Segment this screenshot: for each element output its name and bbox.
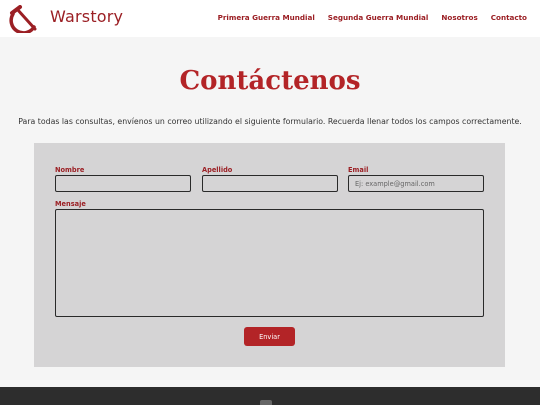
nombre-label: Nombre	[55, 166, 85, 174]
contact-form: Nombre Apellido Email Mensaje Enviar	[34, 143, 505, 367]
page-title: Contáctenos	[179, 66, 361, 96]
hammer-sickle-icon[interactable]	[7, 5, 43, 33]
nav-link-primera-guerra[interactable]: Primera Guerra Mundial	[218, 13, 315, 22]
email-field[interactable]	[348, 175, 484, 192]
nav-link-segunda-guerra[interactable]: Segunda Guerra Mundial	[328, 13, 429, 22]
site-header: Warstory Primera Guerra Mundial Segunda …	[0, 0, 540, 37]
main-nav: Primera Guerra Mundial Segunda Guerra Mu…	[218, 13, 527, 22]
brand-name[interactable]: Warstory	[50, 7, 123, 26]
footer-logo-icon	[260, 400, 272, 405]
mensaje-label: Mensaje	[55, 200, 86, 208]
intro-text: Para todas las consultas, envíenos un co…	[18, 117, 522, 126]
nav-link-nosotros[interactable]: Nosotros	[441, 13, 477, 22]
apellido-label: Apellido	[202, 166, 233, 174]
mensaje-textarea[interactable]	[55, 209, 484, 317]
enviar-button[interactable]: Enviar	[244, 327, 295, 346]
apellido-field[interactable]	[202, 175, 338, 192]
nombre-field[interactable]	[55, 175, 191, 192]
nav-link-contacto[interactable]: Contacto	[491, 13, 527, 22]
site-footer	[0, 387, 540, 405]
email-label: Email	[348, 166, 369, 174]
